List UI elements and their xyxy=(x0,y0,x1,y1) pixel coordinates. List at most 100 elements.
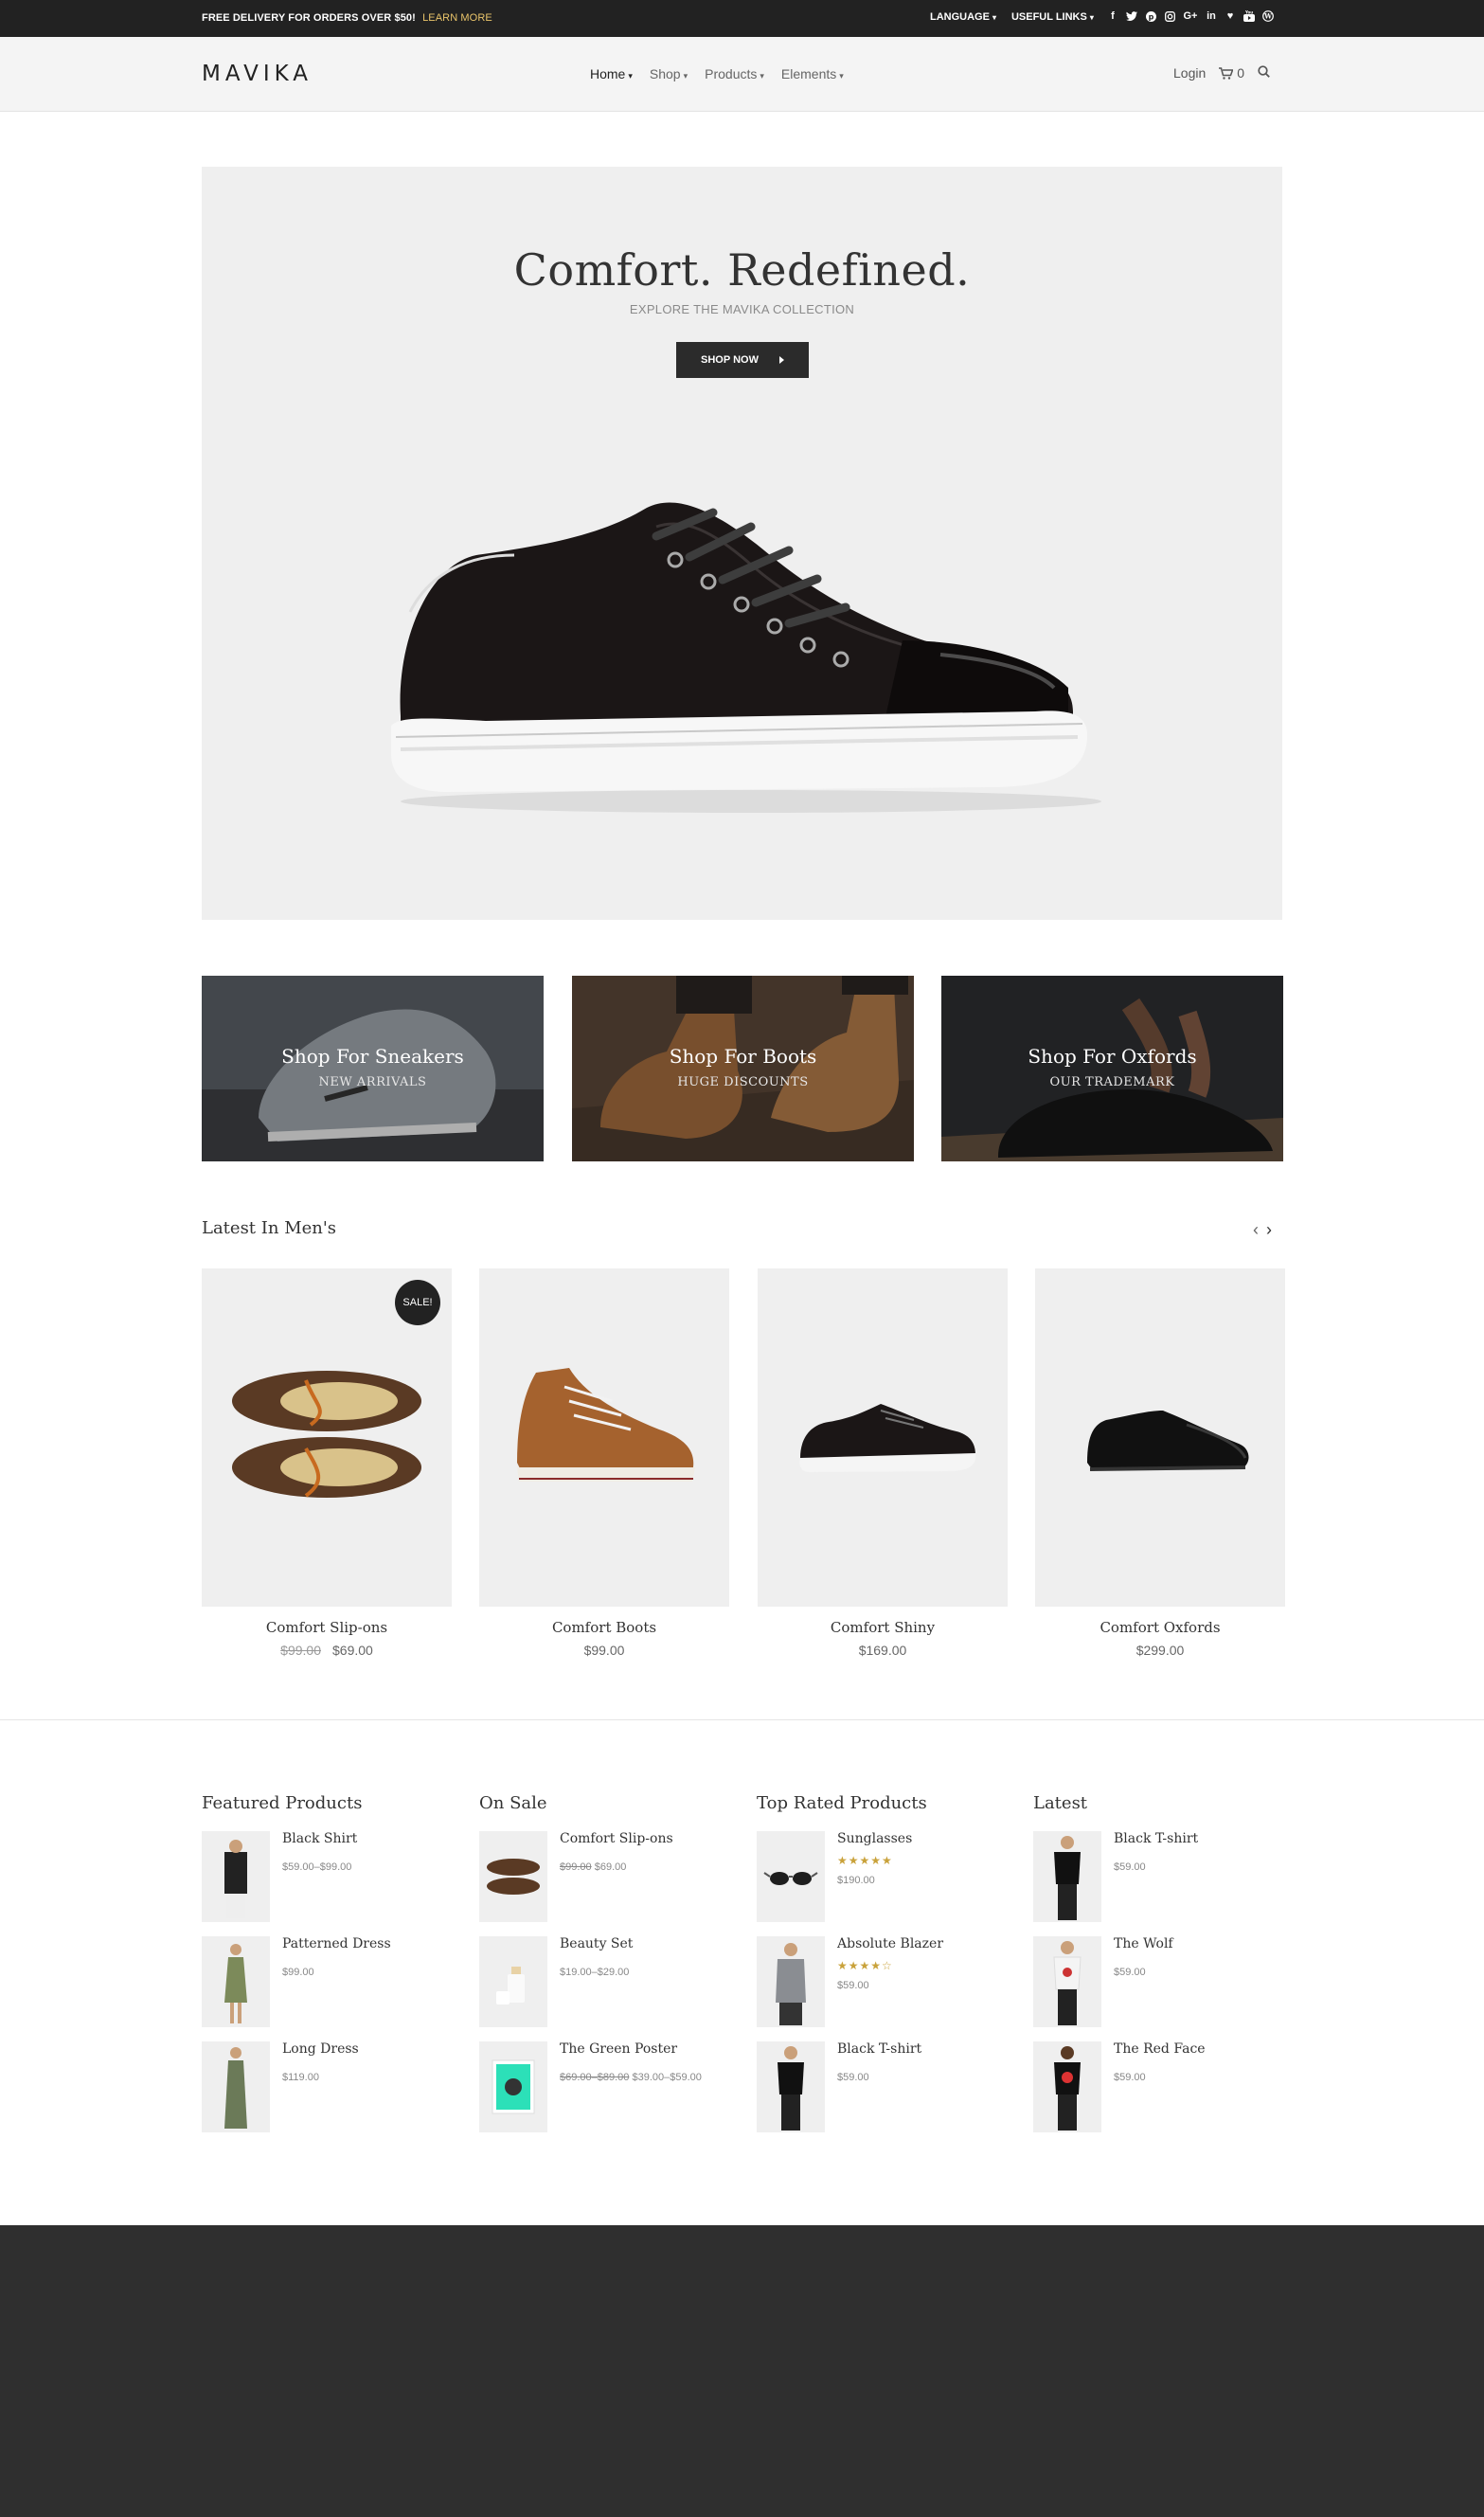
product-thumbnail[interactable] xyxy=(202,1936,270,2027)
cart-count: 0 xyxy=(1237,65,1245,81)
product-price: $99.00 $69.00 xyxy=(560,1861,626,1873)
widget-title: Featured Products xyxy=(202,1793,363,1813)
product-name[interactable]: The Red Face xyxy=(1114,2041,1206,2057)
product-thumbnail[interactable] xyxy=(757,1831,825,1922)
learn-more-link[interactable]: LEARN MORE xyxy=(422,12,492,24)
list-item[interactable]: Sunglasses ★★★★★ $190.00 xyxy=(757,1831,1031,1922)
boots-photo xyxy=(572,976,914,1161)
product-thumbnail[interactable] xyxy=(479,1831,547,1922)
chevron-left-icon[interactable]: ‹ xyxy=(1253,1220,1259,1240)
pinterest-icon[interactable]: p xyxy=(1144,9,1157,24)
product-name[interactable]: Absolute Blazer xyxy=(837,1936,943,1951)
category-boots[interactable]: Shop For Boots HUGE DISCOUNTS xyxy=(572,976,914,1161)
shop-now-button[interactable]: SHOP NOW xyxy=(676,342,809,378)
product-thumbnail[interactable] xyxy=(479,1936,547,2027)
product-thumbnail[interactable] xyxy=(757,2041,825,2132)
list-item[interactable]: The Red Face $59.00 xyxy=(1033,2041,1308,2132)
widget-featured-products: Featured Products Black Shirt $59.00–$99… xyxy=(202,1793,448,2132)
product-name[interactable]: Comfort Slip-ons xyxy=(202,1619,452,1636)
old-price: $99.00 xyxy=(560,1861,592,1873)
product-name[interactable]: Black T-shirt xyxy=(1114,1831,1198,1846)
product-name[interactable]: Comfort Oxfords xyxy=(1035,1619,1285,1636)
list-item[interactable]: Absolute Blazer ★★★★☆ $59.00 xyxy=(757,1936,1031,2027)
nav-item-elements[interactable]: Elements ▾ xyxy=(781,66,844,81)
list-item[interactable]: Black T-shirt $59.00 xyxy=(757,2041,1031,2132)
search-button[interactable] xyxy=(1258,65,1270,81)
facebook-icon[interactable]: f xyxy=(1106,9,1119,24)
useful-links-dropdown[interactable]: USEFUL LINKS ▾ xyxy=(1011,11,1094,23)
product-name[interactable]: Patterned Dress xyxy=(282,1936,391,1951)
instagram-icon[interactable] xyxy=(1163,9,1176,24)
svg-text:p: p xyxy=(1148,12,1153,21)
product-thumbnail[interactable] xyxy=(1033,1831,1101,1922)
language-dropdown[interactable]: LANGUAGE ▾ xyxy=(930,11,996,23)
product-name[interactable]: Black Shirt xyxy=(282,1831,357,1846)
category-subtitle: NEW ARRIVALS xyxy=(318,1075,427,1089)
wordpress-icon[interactable]: W xyxy=(1261,9,1275,24)
caret-right-icon xyxy=(778,356,784,364)
nav-item-label: Elements xyxy=(780,66,837,81)
twitter-icon[interactable] xyxy=(1125,9,1138,24)
product-name[interactable]: Comfort Boots xyxy=(479,1619,729,1636)
product-thumbnail[interactable] xyxy=(1033,2041,1101,2132)
google-plus-icon[interactable]: G+ xyxy=(1182,9,1199,24)
chevron-down-icon: ▾ xyxy=(1089,13,1094,22)
product-name[interactable]: Comfort Shiny xyxy=(758,1619,1008,1636)
product-name[interactable]: Long Dress xyxy=(282,2041,359,2057)
product-image[interactable]: SALE! xyxy=(202,1268,452,1607)
list-item[interactable]: The Wolf $59.00 xyxy=(1033,1936,1308,2027)
category-subtitle: OUR TRADEMARK xyxy=(1049,1075,1175,1089)
widget-top-rated: Top Rated Products Sunglasses ★★★★★ $190… xyxy=(757,1793,1003,2132)
cart-icon xyxy=(1219,66,1234,80)
linkedin-icon[interactable]: in xyxy=(1205,9,1218,24)
promo-text: FREE DELIVERY FOR ORDERS OVER $50! LEARN… xyxy=(202,12,492,24)
list-item[interactable]: Patterned Dress $99.00 xyxy=(202,1936,476,2027)
product-card[interactable]: Comfort Boots $99.00 xyxy=(479,1268,729,1658)
login-link[interactable]: Login xyxy=(1173,65,1206,81)
product-name[interactable]: Black T-shirt xyxy=(837,2041,921,2057)
site-logo[interactable]: MAVIKA xyxy=(202,62,313,86)
list-item[interactable]: The Green Poster $69.00–$89.00 $39.00–$5… xyxy=(479,2041,754,2132)
search-icon xyxy=(1258,65,1270,78)
svg-text:You: You xyxy=(1244,10,1253,15)
list-item[interactable]: Comfort Slip-ons $99.00 $69.00 xyxy=(479,1831,754,1922)
cart-button[interactable]: 0 xyxy=(1219,65,1244,81)
product-thumbnail[interactable] xyxy=(202,1831,270,1922)
product-price: $69.00–$89.00 $39.00–$59.00 xyxy=(560,2072,702,2083)
product-card[interactable]: Comfort Shiny $169.00 xyxy=(758,1268,1008,1658)
social-links: f p G+ in ♥ You W xyxy=(1106,9,1275,24)
list-item[interactable]: Beauty Set $19.00–$29.00 xyxy=(479,1936,754,2027)
product-thumbnail[interactable] xyxy=(1033,1936,1101,2027)
star-rating: ★★★★☆ xyxy=(837,1959,893,1972)
youtube-icon[interactable]: You xyxy=(1243,9,1256,24)
product-thumbnail[interactable] xyxy=(757,1936,825,2027)
product-name[interactable]: The Wolf xyxy=(1114,1936,1173,1951)
chevron-down-icon: ▾ xyxy=(628,71,633,81)
list-item[interactable]: Black T-shirt $59.00 xyxy=(1033,1831,1308,1922)
product-card[interactable]: Comfort Oxfords $299.00 xyxy=(1035,1268,1285,1658)
nav-item-products[interactable]: Products ▾ xyxy=(705,66,764,81)
product-name[interactable]: Beauty Set xyxy=(560,1936,633,1951)
product-name[interactable]: Comfort Slip-ons xyxy=(560,1831,673,1846)
product-thumbnail[interactable] xyxy=(202,2041,270,2132)
category-oxfords[interactable]: Shop For Oxfords OUR TRADEMARK xyxy=(941,976,1283,1161)
product-name[interactable]: The Green Poster xyxy=(560,2041,677,2057)
category-title: Shop For Boots xyxy=(669,1045,817,1068)
header-actions: Login 0 xyxy=(1173,65,1270,81)
product-thumbnail[interactable] xyxy=(479,2041,547,2132)
hero-subtitle: EXPLORE THE MAVIKA COLLECTION xyxy=(629,302,855,316)
product-image[interactable] xyxy=(479,1268,729,1607)
nav-item-shop[interactable]: Shop ▾ xyxy=(650,66,688,81)
heart-icon[interactable]: ♥ xyxy=(1224,9,1237,24)
chevron-right-icon[interactable]: › xyxy=(1266,1220,1272,1240)
list-item[interactable]: Black Shirt $59.00–$99.00 xyxy=(202,1831,476,1922)
product-name[interactable]: Sunglasses xyxy=(837,1831,912,1846)
category-sneakers[interactable]: Shop For Sneakers NEW ARRIVALS xyxy=(202,976,544,1161)
product-card[interactable]: SALE! Comfort Slip-ons $99.00 $69.00 xyxy=(202,1268,452,1658)
product-image[interactable] xyxy=(758,1268,1008,1607)
list-item[interactable]: Long Dress $119.00 xyxy=(202,2041,476,2132)
latest-mens-title: Latest In Men's xyxy=(202,1218,337,1238)
nav-item-label: Products xyxy=(705,66,758,81)
nav-item-home[interactable]: Home ▾ xyxy=(590,66,633,81)
product-image[interactable] xyxy=(1035,1268,1285,1607)
